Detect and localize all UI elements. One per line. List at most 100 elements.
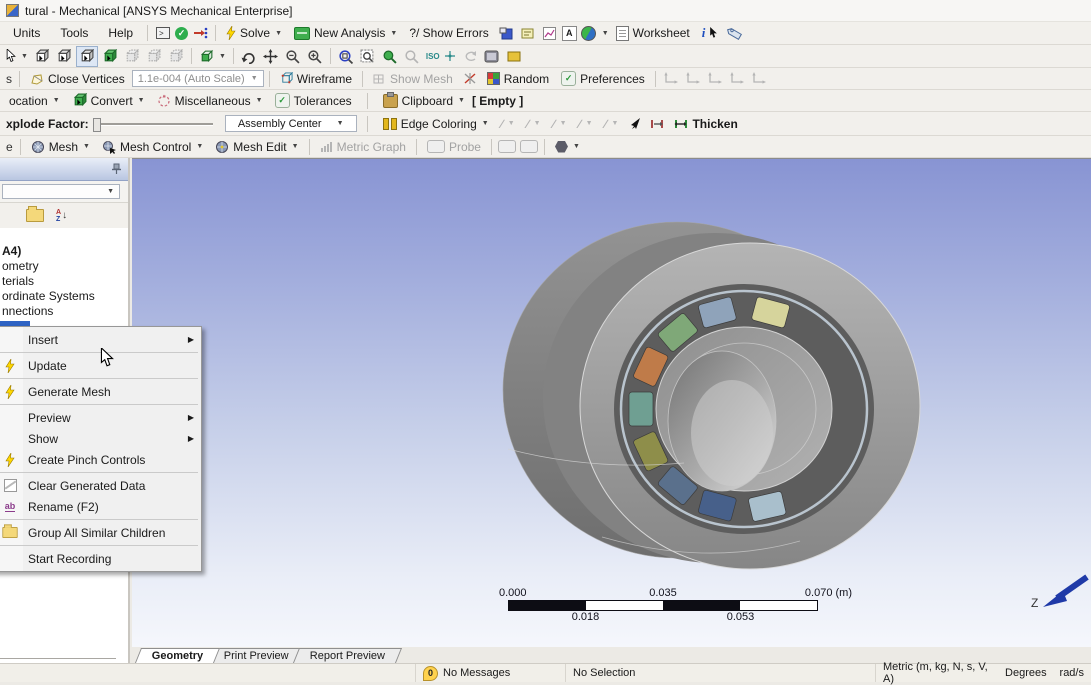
tab-geometry[interactable]: Geometry	[134, 648, 221, 663]
chevron-down-icon: ▼	[291, 143, 299, 150]
select-edges-icon[interactable]	[54, 47, 74, 66]
new-section-icon[interactable]	[496, 24, 516, 43]
thicken-off-icon[interactable]	[647, 114, 667, 133]
miscellaneous-button[interactable]: Miscellaneous ▼	[152, 91, 268, 110]
rotate-icon[interactable]	[239, 47, 259, 66]
clipboard-button[interactable]: Clipboard ▼	[378, 91, 470, 110]
selection-label: No Selection	[573, 667, 636, 679]
edge-direction-arrow-icon[interactable]	[625, 114, 645, 133]
menu-item-create-pinch-controls[interactable]: Create Pinch Controls	[0, 449, 200, 470]
worksheet-button[interactable]: Worksheet	[611, 24, 695, 43]
tab-print-preview[interactable]: Print Preview	[207, 648, 307, 663]
status-units[interactable]: Metric (m, kg, N, s, V, A) Degrees rad/s	[875, 661, 1091, 685]
show-errors-button[interactable]: ?/ Show Errors	[404, 24, 493, 43]
annotation-icon[interactable]: A	[561, 25, 577, 41]
graphics-viewport[interactable]: 0.000 0.035 0.070 (m) 0.018 0.053 Z	[132, 158, 1091, 647]
menu-item-insert[interactable]: Insert ▶	[0, 329, 200, 350]
select-mode-button[interactable]: ▼	[4, 47, 30, 66]
menu-item-show[interactable]: Show ▶	[0, 428, 200, 449]
zoom-magnify-icon[interactable]	[380, 47, 400, 66]
new-analysis-label: New Analysis	[314, 26, 386, 40]
mesh-edit-button[interactable]: Mesh Edit ▼	[210, 137, 303, 156]
chevron-down-icon: ▼	[196, 143, 204, 150]
thicken-button[interactable]: Thicken	[669, 114, 742, 133]
explode-center-combo[interactable]: Assembly Center ▼	[224, 115, 357, 132]
probe-icon	[426, 140, 445, 153]
pin-icon[interactable]	[111, 163, 122, 175]
select-vertices-icon[interactable]	[32, 47, 52, 66]
convert-button[interactable]: Convert ▼	[67, 91, 150, 110]
status-messages[interactable]: 0 No Messages	[415, 664, 565, 682]
new-analysis-button[interactable]: New Analysis ▼	[289, 24, 402, 43]
tab-report-preview[interactable]: Report Preview	[293, 648, 403, 663]
ruler-label-q1: 0.018	[571, 611, 600, 623]
thicken-label: Thicken	[692, 116, 738, 131]
sort-az-icon[interactable]: AZ ↓	[56, 209, 67, 223]
status-selection: No Selection	[565, 664, 875, 682]
location-button[interactable]: ocation ▼	[4, 91, 65, 110]
menu-item-start-recording[interactable]: Start Recording	[0, 548, 200, 569]
chevron-down-icon: ▼	[585, 120, 593, 127]
iso-view-icon[interactable]: ISO	[424, 47, 458, 66]
chevron-down-icon[interactable]: ▼	[602, 30, 609, 37]
tree-item-coordinate-systems[interactable]: ordinate Systems	[0, 289, 128, 304]
zoom-fit-icon[interactable]	[336, 47, 356, 66]
show-mesh-label: Show Mesh	[390, 71, 453, 86]
menu-item-preview[interactable]: Preview ▶	[0, 407, 200, 428]
status-blank-segment	[0, 664, 415, 682]
tree-item-model[interactable]: A4)	[0, 244, 128, 259]
chevron-down-icon: ▼	[52, 97, 60, 104]
pan-icon[interactable]	[261, 47, 281, 66]
random-colors-button[interactable]: Random	[482, 69, 554, 88]
wireframe-button[interactable]: Wireframe	[275, 69, 357, 88]
outline-filter-combo[interactable]: ▼	[2, 184, 120, 199]
menu-item-label: Group All Similar Children	[28, 525, 166, 540]
worksheet-label: Worksheet	[632, 26, 690, 40]
select-faces-icon[interactable]	[75, 45, 98, 67]
close-vertices-button[interactable]: Close Vertices	[25, 69, 130, 88]
element-display-button[interactable]: ▼	[550, 137, 585, 156]
comment-icon[interactable]	[518, 24, 538, 43]
select-bodies-icon[interactable]	[100, 47, 120, 66]
chart-icon[interactable]	[540, 24, 560, 43]
menu-help[interactable]: Help	[99, 26, 142, 40]
explode-factor-slider[interactable]	[92, 117, 213, 132]
view-orientation-button[interactable]: ▼	[197, 47, 228, 66]
tree-item-connections[interactable]: nnections	[0, 304, 128, 319]
menu-units[interactable]: Units	[4, 26, 49, 40]
viewports-icon[interactable]	[482, 47, 502, 66]
zoom-in-icon[interactable]	[305, 47, 325, 66]
menu-item-group-all-similar-children[interactable]: Group All Similar Children	[0, 522, 200, 543]
mesh-button[interactable]: Mesh ▼	[26, 137, 95, 156]
slider-thumb[interactable]	[92, 117, 101, 132]
solve-button[interactable]: Solve ▼	[221, 24, 287, 43]
connection-visibility-icon[interactable]	[460, 69, 480, 88]
image-capture-icon[interactable]	[579, 24, 599, 43]
script-console-icon[interactable]: >	[153, 24, 173, 43]
menu-item-rename[interactable]: ab Rename (F2)	[0, 496, 200, 517]
menu-tools[interactable]: Tools	[51, 26, 97, 40]
tree-item-geometry[interactable]: ometry	[0, 259, 128, 274]
convert-cube-icon	[73, 93, 87, 107]
menu-item-generate-mesh[interactable]: Generate Mesh	[0, 381, 200, 402]
goto-icon[interactable]	[190, 24, 210, 43]
vertex-scale-combo[interactable]: 1.1e-004 (Auto Scale) ▼	[131, 70, 264, 87]
chevron-down-icon: ▼	[21, 52, 28, 60]
validate-icon[interactable]: ✓	[175, 26, 189, 40]
zoom-out-icon[interactable]	[283, 47, 303, 66]
messages-label: No Messages	[443, 667, 511, 679]
selection-information-button[interactable]: i	[697, 24, 724, 43]
edge-coloring-button[interactable]: Edge Coloring ▼	[378, 114, 494, 133]
shade-mode-icon[interactable]	[504, 47, 524, 66]
tolerances-button[interactable]: ✓ Tolerances	[270, 91, 357, 110]
menu-item-clear-generated-data[interactable]: Clear Generated Data	[0, 475, 200, 496]
expand-folder-icon[interactable]	[26, 206, 44, 222]
bearing-model[interactable]	[132, 159, 1091, 647]
preferences-button[interactable]: ✓ Preferences	[556, 69, 650, 88]
tree-item-materials[interactable]: terials	[0, 274, 128, 289]
mesh-control-button[interactable]: Mesh Control ▼	[97, 137, 208, 156]
tag-icon[interactable]	[725, 24, 745, 43]
clipboard-state: [ Empty ]	[471, 93, 524, 108]
separator	[190, 48, 192, 64]
box-zoom-icon[interactable]	[358, 47, 378, 66]
